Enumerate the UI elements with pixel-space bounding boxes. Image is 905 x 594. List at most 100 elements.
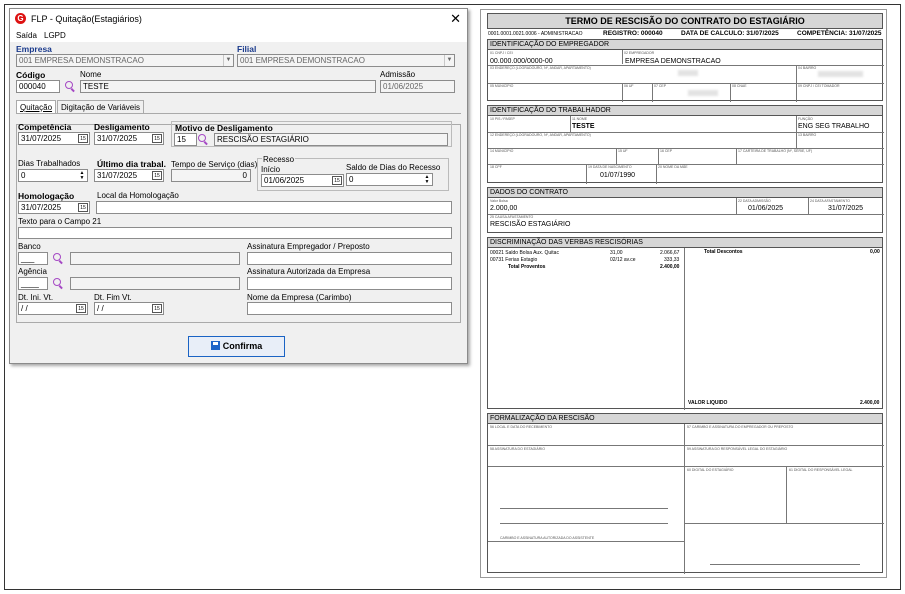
report-competencia: COMPETÊNCIA: 31/07/2025 <box>797 30 882 37</box>
trab-nome-value: TESTE <box>572 123 595 130</box>
total-proventos-value: 2.400,00 <box>660 264 680 270</box>
report-registro: REGISTRO: 000040 <box>603 30 663 37</box>
razao-social-value: EMPRESA DEMONSTRACAO <box>625 58 721 65</box>
trabalhador-header: IDENTIFICAÇÃO DO TRABALHADOR <box>488 106 882 116</box>
agencia-label: Agência <box>18 267 47 276</box>
valor-liquido-value: 2.400,00 <box>860 400 880 406</box>
search-icon[interactable] <box>53 278 64 289</box>
tab-digitacao-variaveis[interactable]: Digitação de Variáveis <box>57 100 145 114</box>
homologacao-input[interactable]: 31/07/2025 15 <box>18 201 90 214</box>
cnpj-value: 00.000.000/0000-00 <box>490 58 553 65</box>
empresa-select[interactable]: 001 EMPRESA DEMONSTRACAO ▼ <box>16 54 234 67</box>
calendar-icon[interactable]: 15 <box>78 203 88 212</box>
texto-campo-input[interactable] <box>18 227 452 239</box>
motivo-field: RESCISÃO ESTAGIÁRIO <box>214 133 448 146</box>
calendar-icon[interactable]: 15 <box>78 134 88 143</box>
homologacao-label: Homologação <box>18 191 75 201</box>
chevron-down-icon: ▼ <box>223 55 233 66</box>
motivo-label: Motivo de Desligamento <box>175 123 273 133</box>
dt-ini-label: Dt. Ini. Vt. <box>18 293 54 302</box>
total-descontos-value: 0,00 <box>870 249 880 255</box>
local-homolog-label: Local da Homologação <box>97 191 179 200</box>
confirm-button[interactable]: Confirma <box>188 336 285 357</box>
causa-value: RESCISÃO ESTAGIÁRIO <box>490 221 571 228</box>
verbas-section: DISCRIMINAÇÃO DAS VERBAS RESCISÓRIAS 000… <box>487 237 883 410</box>
agencia-name-field <box>70 277 240 290</box>
admissao-field: 01/06/2025 <box>380 80 455 93</box>
dialog-title: FLP - Quitação(Estagiários) <box>31 14 142 24</box>
desligamento-input[interactable]: 31/07/2025 15 <box>94 132 164 145</box>
calendar-icon[interactable]: 15 <box>152 134 162 143</box>
calendar-icon[interactable]: 15 <box>152 171 162 180</box>
banco-input[interactable]: ___ <box>18 252 48 265</box>
total-proventos-label: Total Proventos <box>508 264 546 270</box>
filial-select[interactable]: 001 EMPRESA DEMONSTRACAO ▼ <box>237 54 455 67</box>
dt-ini-input[interactable]: / /15 <box>18 302 88 315</box>
trabalhador-section: IDENTIFICAÇÃO DO TRABALHADOR 10 PIS / PA… <box>487 105 884 184</box>
contrato-section: DADOS DO CONTRATO Valor Bolsa 2.000,00 2… <box>487 187 884 233</box>
dt-fim-input[interactable]: / /15 <box>94 302 164 315</box>
codigo-input[interactable]: 000040 <box>16 80 60 93</box>
nome-field: TESTE <box>80 80 376 93</box>
save-icon <box>210 341 220 350</box>
spinner-icon[interactable]: ▲ ▼ <box>423 175 431 185</box>
close-button[interactable]: ✕ <box>450 9 461 29</box>
rescisao-report: TERMO DE RESCISÃO DO CONTRATO DO ESTAGIÁ… <box>480 9 887 578</box>
inicio-input[interactable]: 01/06/2025 15 <box>261 174 344 187</box>
report-title: TERMO DE RESCISÃO DO CONTRATO DO ESTAGIÁ… <box>487 13 883 29</box>
saldo-label: Saldo de Dias do Recesso <box>346 163 441 172</box>
menu-item-saida[interactable]: Saída <box>16 29 37 42</box>
codigo-label: Código <box>16 70 46 80</box>
calendar-icon[interactable]: 15 <box>76 304 86 313</box>
title-bar: G FLP - Quitação(Estagiários) ✕ <box>10 9 467 29</box>
search-icon[interactable] <box>53 253 64 264</box>
assin-empregador-input[interactable] <box>247 252 452 265</box>
admissao-label: Admissão <box>380 70 416 79</box>
report-header-left: 0001.0001.0021.0006 - ADMINISTRACAO <box>488 31 583 37</box>
admissao-value: 01/06/2025 <box>748 205 784 212</box>
assin-empregador-label: Assinatura Empregador / Preposto <box>247 242 370 251</box>
competencia-label: Competência <box>18 122 72 132</box>
dias-trab-stepper[interactable]: 0 ▲ ▼ <box>18 169 88 182</box>
tempo-servico-field: 0 <box>171 169 251 182</box>
formalizacao-header: FORMALIZAÇÃO DA RESCISÃO <box>488 414 882 424</box>
search-icon[interactable] <box>198 134 209 145</box>
agencia-input[interactable]: ____ <box>18 277 48 290</box>
empresa-label: Empresa <box>16 44 52 54</box>
verba-row: 00731 Ferias Estagio <box>490 257 538 263</box>
texto-campo-label: Texto para o Campo 21 <box>18 217 102 226</box>
assin-autorizada-input[interactable] <box>247 277 452 290</box>
chevron-down-icon: ▼ <box>444 55 454 66</box>
app-logo-icon: G <box>15 13 26 24</box>
calendar-icon[interactable]: 15 <box>152 304 162 313</box>
filial-label: Filial <box>237 44 257 54</box>
tab-quitacao[interactable]: Quitação <box>16 100 57 114</box>
menu-bar: Saída LGPD <box>10 29 467 42</box>
calendar-icon[interactable]: 15 <box>332 176 342 185</box>
report-data-calculo: DATA DE CALCULO: 31/07/2025 <box>681 30 779 37</box>
menu-item-lgpd[interactable]: LGPD <box>44 29 66 42</box>
spinner-icon[interactable]: ▲ ▼ <box>78 171 86 181</box>
funcao-value: ENG SEG TRABALHO <box>798 123 870 130</box>
local-homolog-input[interactable] <box>96 201 452 214</box>
empregador-header: IDENTIFICAÇÃO DO EMPREGADOR <box>488 40 882 50</box>
ultimo-dia-label: Último dia trabal. <box>97 159 166 169</box>
assin-autorizada-label: Assinatura Autorizada da Empresa <box>247 267 371 276</box>
empregador-section: IDENTIFICAÇÃO DO EMPREGADOR 01 CNPJ / CE… <box>487 39 884 102</box>
motivo-code-input[interactable]: 15 <box>174 133 197 146</box>
search-icon[interactable] <box>65 81 76 92</box>
tempo-servico-label: Tempo de Serviço (dias) <box>171 160 258 169</box>
contrato-header: DADOS DO CONTRATO <box>488 188 882 198</box>
competencia-input[interactable]: 31/07/2025 15 <box>18 132 90 145</box>
ultimo-dia-input[interactable]: 31/07/2025 15 <box>94 169 164 182</box>
nome-empresa-label: Nome da Empresa (Carimbo) <box>247 293 352 302</box>
saldo-stepper[interactable]: 0 ▲ ▼ <box>346 173 433 186</box>
desligamento-label: Desligamento <box>94 122 150 132</box>
verba-row: 00021 Saldo Bolsa Aux. Quitac <box>490 250 559 256</box>
nascimento-value: 01/07/1990 <box>600 172 636 179</box>
nome-label: Nome <box>80 70 102 79</box>
nome-empresa-input[interactable] <box>247 302 452 315</box>
banco-label: Banco <box>18 242 41 251</box>
formalizacao-section: FORMALIZAÇÃO DA RESCISÃO 56 LOCAL E DATA… <box>487 413 884 574</box>
verbas-header: DISCRIMINAÇÃO DAS VERBAS RESCISÓRIAS <box>488 238 882 248</box>
